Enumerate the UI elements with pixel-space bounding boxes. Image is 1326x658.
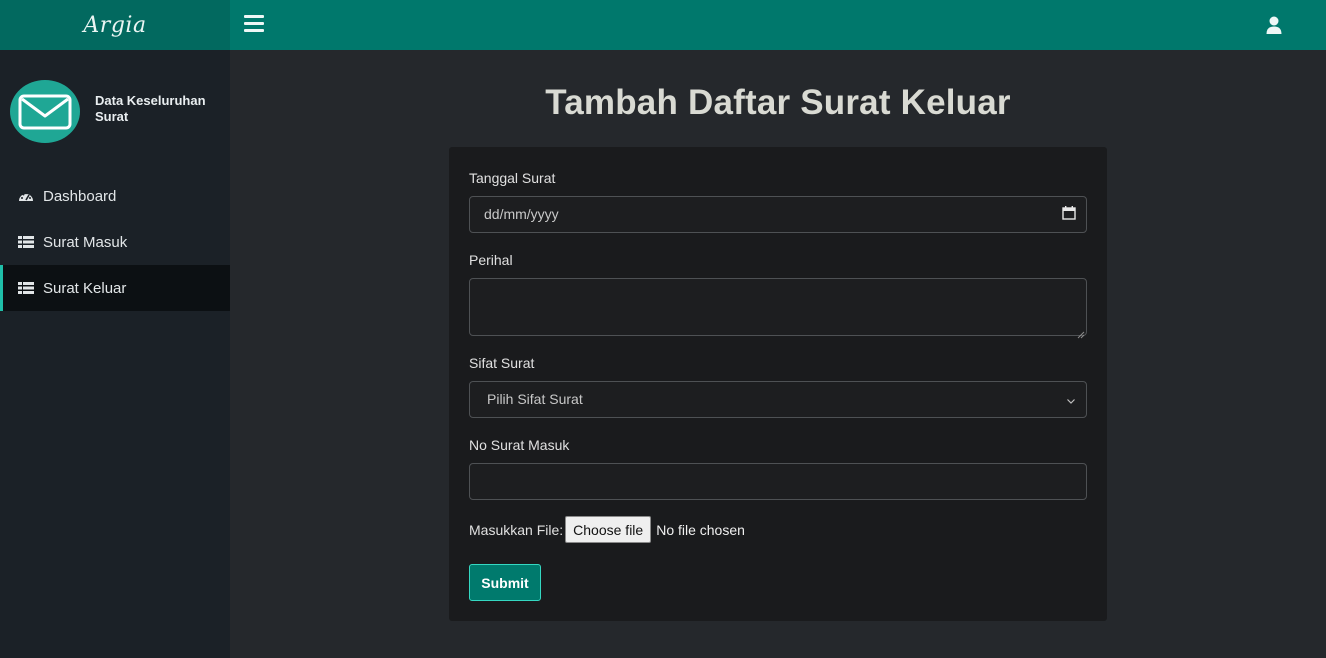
sidebar-item-label: Surat Keluar	[43, 279, 127, 297]
table-icon	[18, 235, 34, 249]
form-card: Tanggal Surat dd/mm/yyyy Perihal Sifat S…	[449, 147, 1107, 621]
sidebar-item-label: Dashboard	[43, 187, 117, 205]
file-label: Masukkan File:	[469, 521, 564, 538]
envelope-icon	[10, 80, 80, 143]
dashboard-icon	[18, 189, 34, 203]
sidebar-nav: Dashboard Surat Masuk Surat Keluar	[0, 173, 230, 311]
no-surat-input[interactable]	[469, 463, 1087, 500]
table-icon	[18, 281, 34, 295]
sifat-selected-option: Pilih Sifat Surat	[487, 391, 583, 407]
submit-button[interactable]: Submit	[469, 564, 541, 601]
sidebar: Data Keseluruhan Surat Dashboard Surat M…	[0, 50, 230, 658]
no-surat-label: No Surat Masuk	[469, 437, 570, 453]
main-content: Tambah Daftar Surat Keluar Tanggal Surat…	[230, 50, 1326, 658]
sidebar-item-label: Surat Masuk	[43, 233, 128, 251]
tanggal-label: Tanggal Surat	[469, 170, 556, 186]
perihal-textarea[interactable]	[469, 278, 1087, 339]
sifat-label: Sifat Surat	[469, 355, 535, 371]
page-title: Tambah Daftar Surat Keluar	[545, 83, 1011, 122]
top-navbar: Argia	[0, 0, 1326, 50]
perihal-label: Perihal	[469, 252, 513, 268]
hamburger-icon[interactable]	[244, 15, 264, 35]
date-placeholder: dd/mm/yyyy	[484, 206, 559, 222]
resize-handle-icon[interactable]	[1077, 326, 1085, 339]
sifat-select[interactable]: Pilih Sifat Surat	[469, 381, 1087, 418]
file-upload-row: Masukkan File: Choose file No file chose…	[469, 516, 745, 543]
profile-title: Data Keseluruhan Surat	[95, 93, 206, 124]
sidebar-profile: Data Keseluruhan Surat	[10, 80, 225, 143]
user-icon[interactable]	[1265, 15, 1283, 35]
brand-logo[interactable]: Argia	[0, 0, 230, 50]
calendar-icon[interactable]	[1062, 206, 1076, 220]
sidebar-item-dashboard[interactable]: Dashboard	[0, 173, 230, 219]
sidebar-item-surat-keluar[interactable]: Surat Keluar	[0, 265, 230, 311]
sidebar-item-surat-masuk[interactable]: Surat Masuk	[0, 219, 230, 265]
file-status: No file chosen	[656, 521, 745, 538]
chevron-down-icon	[1066, 393, 1076, 404]
choose-file-button[interactable]: Choose file	[565, 516, 652, 543]
tanggal-date-input[interactable]: dd/mm/yyyy	[469, 196, 1087, 233]
brand-name: Argia	[83, 12, 147, 38]
